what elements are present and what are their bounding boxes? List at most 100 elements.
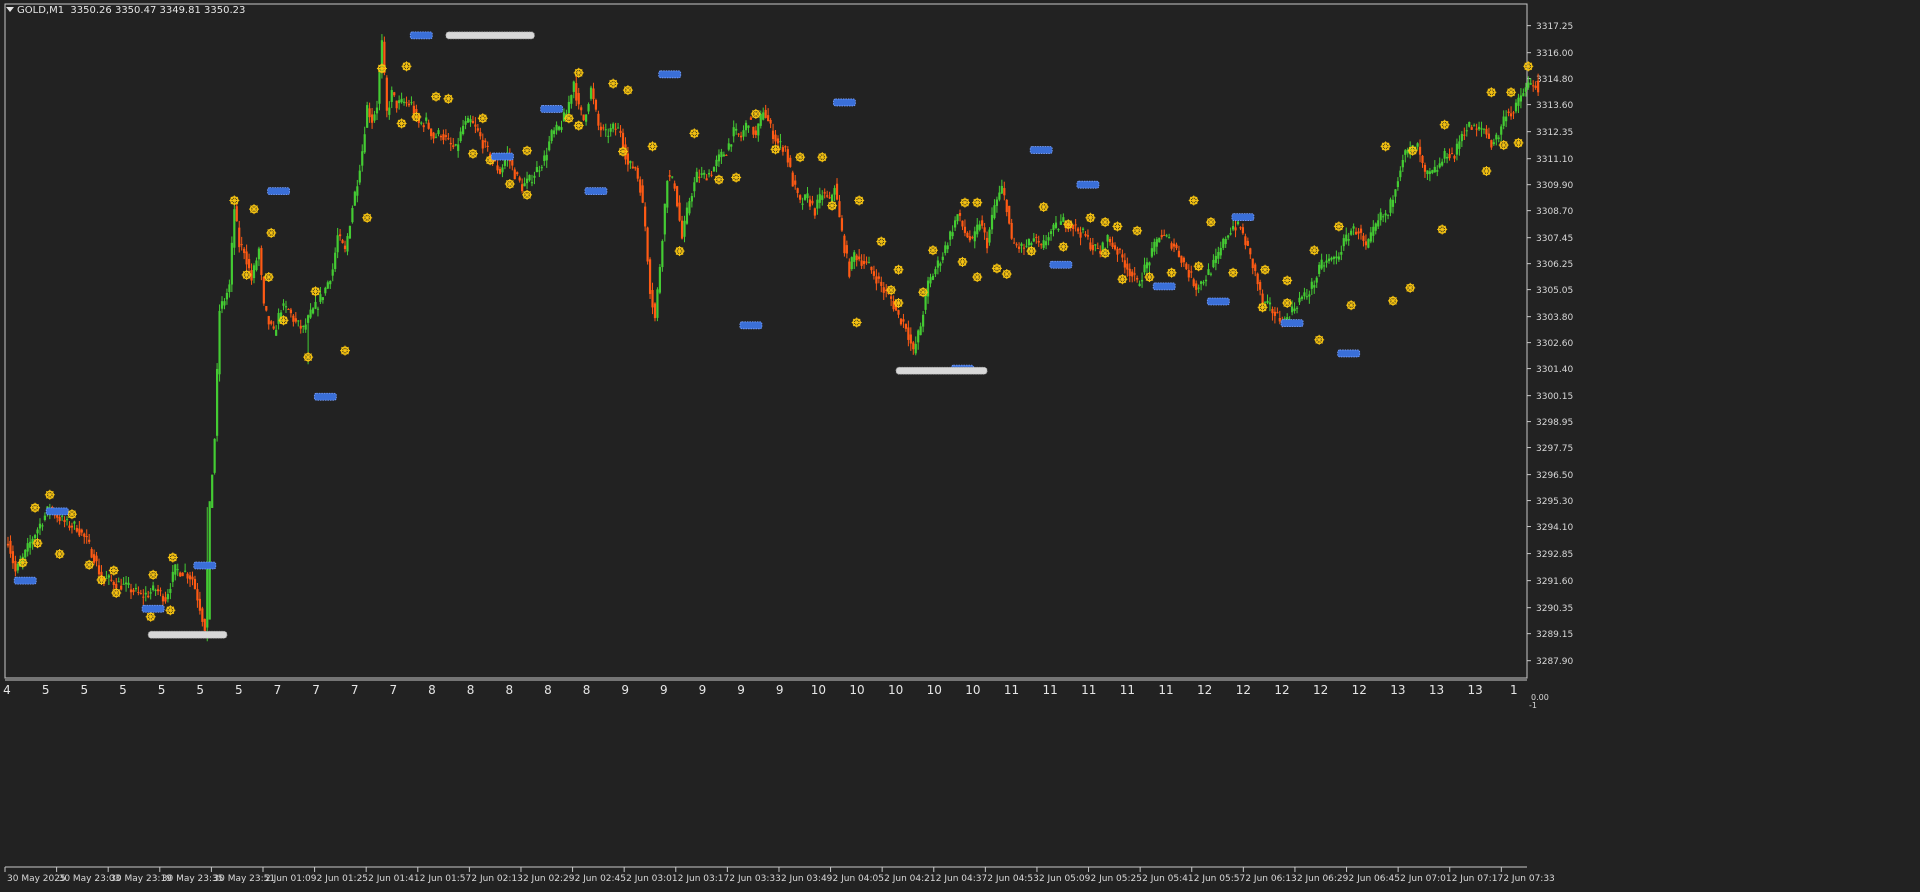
candle-body <box>518 177 521 181</box>
candle-body <box>909 334 912 344</box>
time-axis-label: 2 Jun 04:05 <box>833 874 884 884</box>
candle-body <box>917 330 920 343</box>
indicator-value: 12 <box>1236 683 1251 697</box>
candle-body <box>439 135 443 138</box>
candle-body <box>577 93 580 105</box>
fractal-low-marker <box>17 557 28 568</box>
candle-body <box>169 588 172 593</box>
candle-body <box>1359 228 1363 233</box>
fractal-high-marker <box>608 78 619 89</box>
candle-body <box>336 235 339 253</box>
candle-body <box>919 326 922 336</box>
candle-body <box>1394 189 1397 197</box>
fractal-low-marker <box>618 146 628 157</box>
candle-body <box>1234 227 1237 231</box>
fractal-low-marker <box>713 174 724 185</box>
candle-body <box>1086 235 1090 237</box>
price-chart[interactable]: 3317.25 3316.00 3314.80 3313.60 3312.35 3311.… <box>0 0 1920 892</box>
candle-body <box>201 608 204 622</box>
candle-body <box>1524 87 1527 92</box>
candle-body <box>211 474 214 508</box>
candle-body <box>339 234 342 237</box>
indicator-value: 7 <box>351 683 359 697</box>
candle-body <box>1340 252 1343 255</box>
candle-body <box>378 72 381 104</box>
candle-body <box>1487 133 1491 139</box>
candle-body <box>855 255 858 261</box>
collapse-triangle-icon[interactable] <box>6 7 14 12</box>
candle-body <box>400 98 403 103</box>
fractal-low-marker <box>54 549 65 560</box>
candle-body <box>1345 234 1348 242</box>
indicator-value: 11 <box>1081 683 1096 697</box>
candle-body <box>1441 161 1444 166</box>
fractal-high-marker <box>927 245 938 256</box>
fractal-high-marker <box>30 502 41 513</box>
candle-body <box>427 122 430 129</box>
indicator-value: 1 <box>1510 683 1518 697</box>
fractal-high-marker <box>817 152 828 163</box>
candle-body <box>890 296 893 299</box>
level-marker <box>540 105 564 113</box>
candle-body <box>525 178 529 184</box>
candle-body <box>1246 240 1249 246</box>
candle-body <box>1200 281 1203 284</box>
candle-body <box>1217 252 1220 259</box>
candle-body <box>464 121 467 125</box>
candle-body <box>447 138 450 140</box>
candle-body <box>840 218 844 231</box>
fractal-high-marker <box>1205 217 1216 228</box>
candle-body <box>304 324 307 330</box>
candle-body <box>1163 234 1166 236</box>
candle-body <box>311 308 315 314</box>
candle-body <box>1519 95 1522 102</box>
candle-body <box>1522 93 1525 97</box>
candle-body <box>1013 242 1016 244</box>
candle-body <box>580 107 583 111</box>
price-axis-label: 3311.10 <box>1536 155 1573 165</box>
candle-body <box>513 169 516 180</box>
candle-body <box>29 541 32 548</box>
chart-window[interactable]: 3317.25 3316.00 3314.80 3313.60 3312.35 3311.… <box>0 0 1920 892</box>
candle-body <box>1455 143 1459 155</box>
fractal-high-marker <box>1506 87 1517 98</box>
candle-body <box>193 578 197 590</box>
candle-body <box>1426 170 1429 175</box>
candle-body <box>444 135 447 137</box>
fractal-low-marker <box>991 263 1002 274</box>
candle-body <box>388 107 391 115</box>
candle-body <box>1382 216 1385 218</box>
candle-body <box>1116 248 1119 255</box>
candle-body <box>309 309 312 318</box>
fractal-high-marker <box>167 552 178 563</box>
candle-body <box>459 131 462 142</box>
level-marker <box>267 187 291 196</box>
fractal-high-marker <box>310 286 321 297</box>
candle-body <box>1261 293 1264 304</box>
candle-body <box>496 165 499 171</box>
candle-body <box>1320 259 1323 269</box>
candle-body <box>1256 273 1259 285</box>
candle-body <box>752 126 755 135</box>
candle-body <box>582 114 585 121</box>
time-axis-label: 2 Jun 03:33 <box>729 874 780 884</box>
candle-body <box>853 252 856 262</box>
fractal-low-marker <box>1282 298 1293 309</box>
candle-body <box>562 112 566 122</box>
candle-body <box>1094 244 1097 246</box>
indicator-value: 10 <box>927 683 942 697</box>
fractal-low-marker <box>278 315 289 326</box>
candle-body <box>287 308 290 310</box>
candle-body <box>1079 232 1082 238</box>
fractal-low-marker <box>303 352 314 363</box>
candle-body <box>452 145 455 147</box>
candle-body <box>1126 263 1129 270</box>
candle-body <box>1273 311 1276 316</box>
candle-body <box>343 245 347 250</box>
indicator-value: 10 <box>888 683 903 697</box>
time-axis-label: 2 Jun 03:17 <box>678 874 729 884</box>
candle-body <box>58 516 61 522</box>
candle-body <box>648 259 652 294</box>
candle-body <box>107 575 110 578</box>
oscillator-scale-label: -1 <box>1529 701 1537 710</box>
